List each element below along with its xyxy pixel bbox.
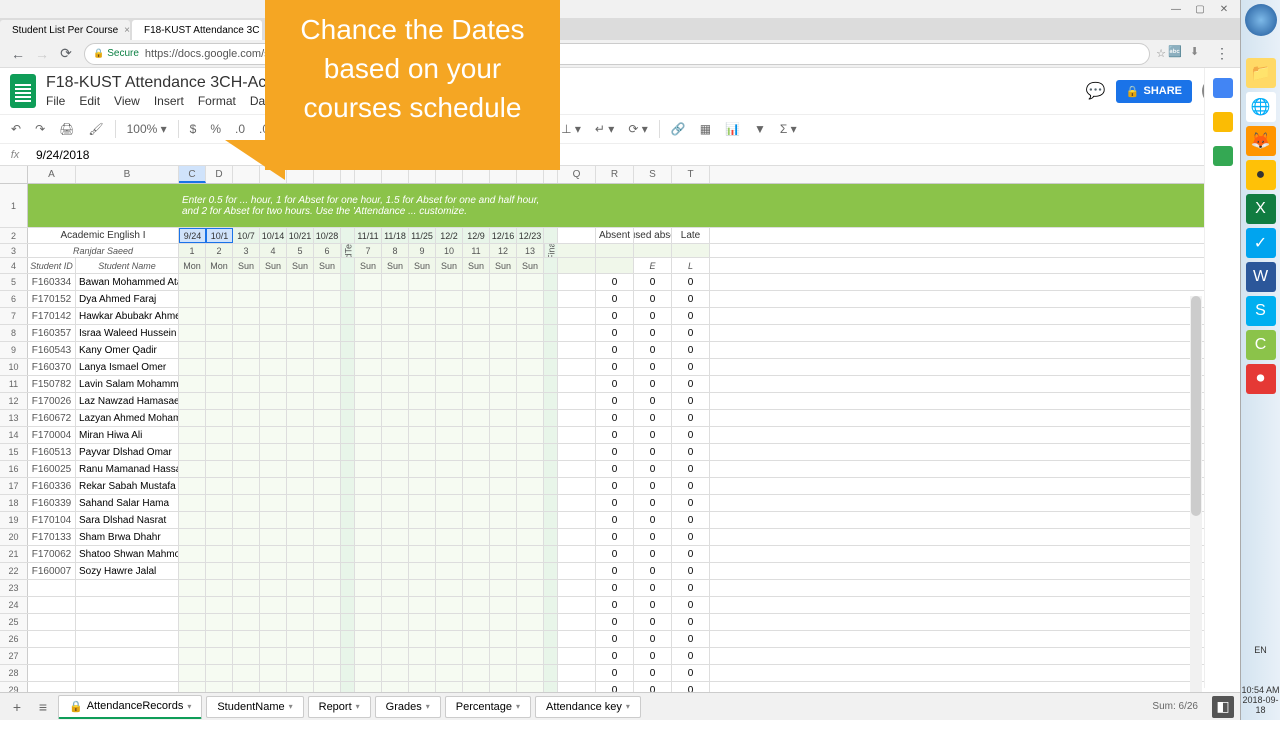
document-title[interactable]: F18-KUST Attendance 3CH-Academic En (46, 74, 1086, 92)
address-bar: ← → ⟳ Secure https://docs.google.com/spr… (0, 40, 1240, 68)
rotate-button[interactable]: ⟳ ▾ (625, 120, 650, 138)
callout-overlay: Chance the Dates based on your courses s… (265, 0, 560, 170)
keep-icon[interactable] (1213, 112, 1233, 132)
close-button[interactable]: ✕ (1212, 2, 1236, 16)
url-input[interactable]: Secure https://docs.google.com/spreadshe… (84, 43, 1150, 65)
sheets-logo-icon[interactable] (10, 74, 36, 108)
reload-button[interactable]: ⟳ (54, 42, 78, 66)
side-panel (1204, 68, 1240, 688)
formula-input[interactable]: 9/24/2018 (30, 148, 1240, 162)
star-icon[interactable]: ☆ (1156, 47, 1166, 60)
menu-format[interactable]: Format (198, 94, 236, 108)
all-sheets-button[interactable]: ≡ (32, 696, 54, 718)
folder-icon[interactable]: 📁 (1246, 58, 1276, 88)
chrome-icon[interactable]: 🌐 (1246, 92, 1276, 122)
menu-insert[interactable]: Insert (154, 94, 184, 108)
menu-edit[interactable]: Edit (79, 94, 100, 108)
decimal-dec-button[interactable]: .0 (232, 120, 248, 138)
browser-tabs: Student List Per Course × F18-KUST Atten… (0, 18, 1240, 40)
menu-button[interactable]: ⋮ (1210, 42, 1234, 66)
paint-format-button[interactable]: 🖌 (85, 120, 106, 138)
valign-button[interactable]: ⊥ ▾ (558, 120, 584, 138)
add-sheet-button[interactable]: + (6, 696, 28, 718)
sheets-header: F18-KUST Attendance 3CH-Academic En File… (0, 68, 1240, 114)
tab-attendance[interactable]: F18-KUST Attendance 3C × (132, 20, 262, 40)
lock-icon: 🔒 (1126, 85, 1140, 98)
percent-button[interactable]: % (207, 120, 224, 138)
sheet-tab-percentage[interactable]: Percentage▾ (445, 696, 531, 718)
back-button[interactable]: ← (6, 42, 30, 66)
system-tray[interactable]: EN 10:54 AM 2018-09-18 (1241, 645, 1280, 720)
keep-icon[interactable]: ● (1246, 160, 1276, 190)
window-titlebar: — ▢ ✕ (0, 0, 1240, 18)
close-icon[interactable]: × (124, 25, 130, 36)
redo-button[interactable]: ↷ (32, 120, 48, 138)
firefox-icon[interactable]: 🦊 (1246, 126, 1276, 156)
formula-bar: fx 9/24/2018 (0, 144, 1240, 166)
sheet-tab-key[interactable]: Attendance key▾ (535, 696, 641, 718)
currency-button[interactable]: $ (187, 120, 200, 138)
skype-icon[interactable]: S (1246, 296, 1276, 326)
chart-button[interactable]: 📊 (722, 120, 743, 138)
filter-button[interactable]: ▼ (751, 120, 769, 138)
checkmark-icon[interactable]: ✓ (1246, 228, 1276, 258)
recorder-icon[interactable]: ⏺ (1246, 364, 1276, 394)
share-button[interactable]: 🔒 SHARE (1116, 80, 1192, 103)
excel-icon[interactable]: X (1246, 194, 1276, 224)
explore-button[interactable]: ◧ (1212, 696, 1234, 718)
forward-button[interactable]: → (30, 42, 54, 66)
translate-icon[interactable]: 🔤 (1168, 45, 1186, 63)
toolbar: ↶ ↷ 🖨 🖌 100% ▾ $ % .0 .00 123 ▾ ⊥ ▾ ↵ ▾ … (0, 114, 1240, 144)
link-button[interactable]: 🔗 (668, 120, 689, 138)
browser-window: — ▢ ✕ Student List Per Course × F18-KUST… (0, 0, 1240, 720)
extension-icon[interactable]: ⬇ (1190, 45, 1208, 63)
sheet-tab-grades[interactable]: Grades▾ (375, 696, 441, 718)
wrap-button[interactable]: ↵ ▾ (592, 120, 617, 138)
sheet-tab-attendance[interactable]: 🔒 AttendanceRecords▾ (58, 695, 202, 719)
menu-view[interactable]: View (114, 94, 140, 108)
comment-button[interactable]: ▦ (697, 120, 714, 138)
fx-label: fx (0, 149, 30, 161)
undo-button[interactable]: ↶ (8, 120, 24, 138)
spreadsheet-grid[interactable]: A B C D Q R S T 1Enter 0.5 for ... hour,… (0, 166, 1240, 732)
sheet-tabs-bar: + ≡ 🔒 AttendanceRecords▾ StudentName▾ Re… (0, 692, 1240, 720)
secure-badge: Secure (93, 48, 139, 59)
sheet-tab-report[interactable]: Report▾ (308, 696, 371, 718)
menu-file[interactable]: File (46, 94, 65, 108)
minimize-button[interactable]: — (1164, 2, 1188, 16)
sheet-tab-studentname[interactable]: StudentName▾ (206, 696, 303, 718)
print-button[interactable]: 🖨 (56, 120, 77, 138)
comments-button[interactable]: 💬 (1086, 81, 1106, 101)
word-icon[interactable]: W (1246, 262, 1276, 292)
zoom-select[interactable]: 100% ▾ (124, 120, 170, 138)
tasks-icon[interactable] (1213, 146, 1233, 166)
calendar-icon[interactable] (1213, 78, 1233, 98)
menu-bar: File Edit View Insert Format Data Tools (46, 94, 1086, 108)
vertical-scrollbar[interactable] (1190, 296, 1202, 702)
column-headers[interactable]: A B C D Q R S T (0, 166, 1240, 184)
functions-button[interactable]: Σ ▾ (777, 120, 800, 138)
tab-student-list[interactable]: Student List Per Course × (0, 20, 130, 40)
status-sum: Sum: 6/26 (1152, 701, 1198, 712)
windows-taskbar: 📁 🌐 🦊 ● X ✓ W S C ⏺ EN 10:54 AM 2018-09-… (1240, 0, 1280, 720)
maximize-button[interactable]: ▢ (1188, 2, 1212, 16)
start-button[interactable] (1245, 4, 1277, 36)
camtasia-icon[interactable]: C (1246, 330, 1276, 360)
